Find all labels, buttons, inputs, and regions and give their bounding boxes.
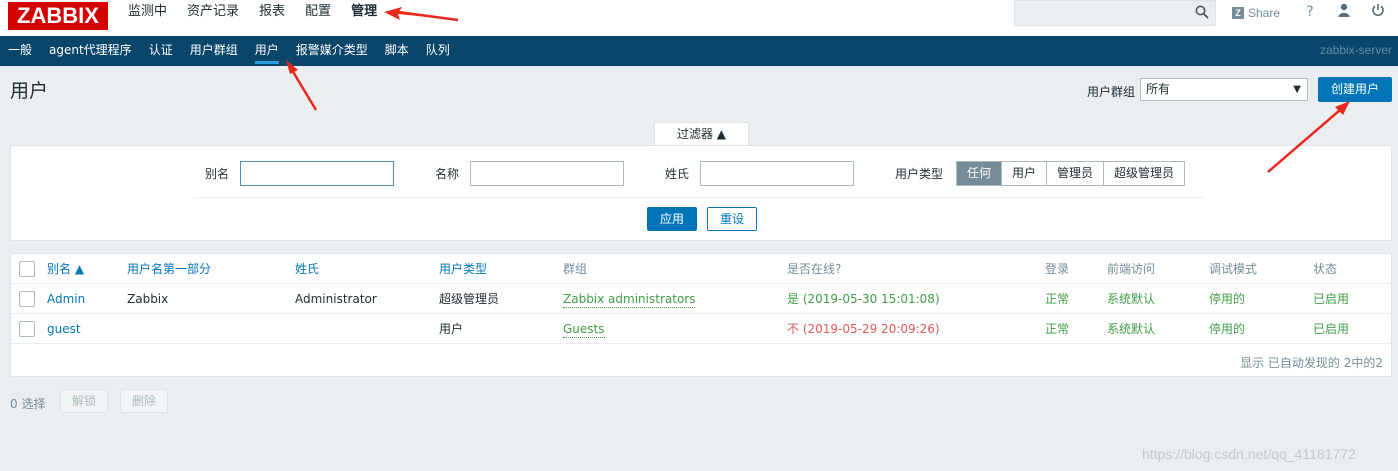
user-type: 超级管理员 [439,292,500,306]
alias-label: 别名 [205,167,230,181]
zabbix-logo[interactable]: ZABBIX [8,2,108,30]
main-menu-administration[interactable]: 管理 [341,0,387,32]
user-group-filter-label: 用户群组 [1087,85,1136,99]
share-label: Share [1248,6,1281,20]
column-frontend-access: 前端访问 [1107,262,1156,276]
main-menu-reports[interactable]: 报表 [249,0,295,32]
search-icon[interactable] [1195,5,1209,19]
user-group-link-cell: Zabbix administrators [563,284,696,314]
column-status: 状态 [1313,262,1338,276]
page-title: 用户 [10,80,49,102]
filter-tab[interactable]: 过滤器 ▲ [654,122,749,146]
name-input[interactable] [470,161,624,186]
submenu-queue[interactable]: 队列 [426,36,459,66]
submenu-users[interactable]: 用户 [254,36,288,66]
share-icon: Z [1232,7,1244,19]
submenu-proxies[interactable]: agent代理程序 [49,36,141,66]
user-status[interactable]: 已启用 [1313,314,1349,344]
table-footer-count: 显示 已自动发现的 2中的2 [1240,356,1383,370]
user-group-link[interactable]: Zabbix administrators [563,291,696,308]
user-alias-link[interactable]: Admin [47,284,85,314]
main-menu-configuration[interactable]: 配置 [295,0,341,32]
submenu-scripts[interactable]: 脚本 [385,36,418,66]
top-bar: ZABBIX 监测中 资产记录 报表 配置 管理 Z Share ? [0,0,1398,36]
user-group-link-cell: Guests [563,314,605,344]
surname-input[interactable] [700,161,854,186]
user-type-selector: 任何 用户 管理员 超级管理员 [956,161,1186,186]
filter-divider [194,197,1204,198]
user-group-link[interactable]: Guests [563,321,605,338]
user-name: Zabbix [127,292,169,306]
selected-count: 0 选择 [10,397,46,411]
user-alias-link[interactable]: guest [47,314,81,344]
user-type-user[interactable]: 用户 [1002,162,1048,185]
reset-button[interactable]: 重设 [707,207,757,231]
submenu-user-groups[interactable]: 用户群组 [190,36,247,66]
apply-button[interactable]: 应用 [647,207,697,231]
user-status[interactable]: 已启用 [1313,284,1349,314]
server-name: zabbix-server [1319,43,1392,57]
user-surname: Administrator [295,292,377,306]
user-type-label: 用户类型 [895,167,944,181]
submenu-general[interactable]: 一般 [8,36,41,66]
user-type-admin[interactable]: 管理员 [1047,162,1105,185]
column-surname[interactable]: 姓氏 [295,254,319,284]
column-online: 是否在线? [787,262,842,276]
row-checkbox[interactable] [19,291,35,307]
column-debug-mode: 调试模式 [1209,262,1258,276]
watermark: https://blog.csdn.net/qq_41181772 [1142,446,1356,462]
unblock-button[interactable]: 解锁 [60,389,108,413]
power-icon[interactable] [1370,3,1386,21]
table-row: guest 用户 Guests 不 (2019-05-29 20:09:26) … [11,314,1391,344]
dropdown-arrow-icon: ▼ [1293,84,1301,95]
share-button[interactable]: Z Share [1232,4,1280,22]
table-header-row: 别名 ▲ 用户名第一部分 姓氏 用户类型 群组 是否在线? 登录 前端访问 调试… [11,254,1391,284]
delete-button[interactable]: 删除 [120,389,168,413]
user-login-status[interactable]: 正常 [1045,314,1069,344]
user-debug-mode[interactable]: 停用的 [1209,284,1245,314]
row-checkbox[interactable] [19,321,35,337]
user-debug-mode[interactable]: 停用的 [1209,314,1245,344]
main-menu-inventory[interactable]: 资产记录 [177,0,249,32]
help-icon[interactable]: ? [1302,3,1318,21]
main-menu: 监测中 资产记录 报表 配置 管理 [118,0,387,32]
global-search-input[interactable] [1014,0,1216,26]
annotation-arrow-icon [286,60,318,111]
user-frontend-access[interactable]: 系统默认 [1107,314,1155,344]
user-frontend-access[interactable]: 系统默认 [1107,284,1155,314]
user-type-super-admin[interactable]: 超级管理员 [1104,162,1185,185]
column-user-type[interactable]: 用户类型 [439,254,487,284]
submenu-authentication[interactable]: 认证 [149,36,182,66]
user-login-status[interactable]: 正常 [1045,284,1069,314]
user-icon[interactable] [1336,3,1352,21]
user-group-select[interactable]: 所有 ▼ [1140,78,1308,101]
user-type: 用户 [439,322,464,336]
name-label: 名称 [435,167,460,181]
column-groups: 群组 [563,262,588,276]
column-name[interactable]: 用户名第一部分 [127,254,211,284]
surname-label: 姓氏 [665,167,690,181]
user-online-status: 不 (2019-05-29 20:09:26) [787,322,940,336]
column-login: 登录 [1045,262,1070,276]
user-online-status: 是 (2019-05-30 15:01:08) [787,292,940,306]
create-user-button[interactable]: 创建用户 [1318,77,1392,102]
column-alias[interactable]: 别名 ▲ [47,254,84,284]
table-row: Admin Zabbix Administrator 超级管理员 Zabbix … [11,284,1391,314]
users-table: 别名 ▲ 用户名第一部分 姓氏 用户类型 群组 是否在线? 登录 前端访问 调试… [10,253,1392,377]
select-all-checkbox[interactable] [19,261,35,277]
submenu-media-types[interactable]: 报警媒介类型 [296,36,377,66]
alias-input[interactable] [240,161,394,186]
user-group-select-value: 所有 [1146,82,1171,96]
filter-panel: 别名 名称 姓氏 用户类型 任何 用户 管理员 超级管理员 应用 重设 [10,145,1392,241]
user-type-any[interactable]: 任何 [957,162,1003,185]
main-menu-monitoring[interactable]: 监测中 [118,0,177,32]
sub-menu: 一般 agent代理程序 认证 用户群组 用户 报警媒介类型 脚本 队列 zab… [0,36,1398,66]
